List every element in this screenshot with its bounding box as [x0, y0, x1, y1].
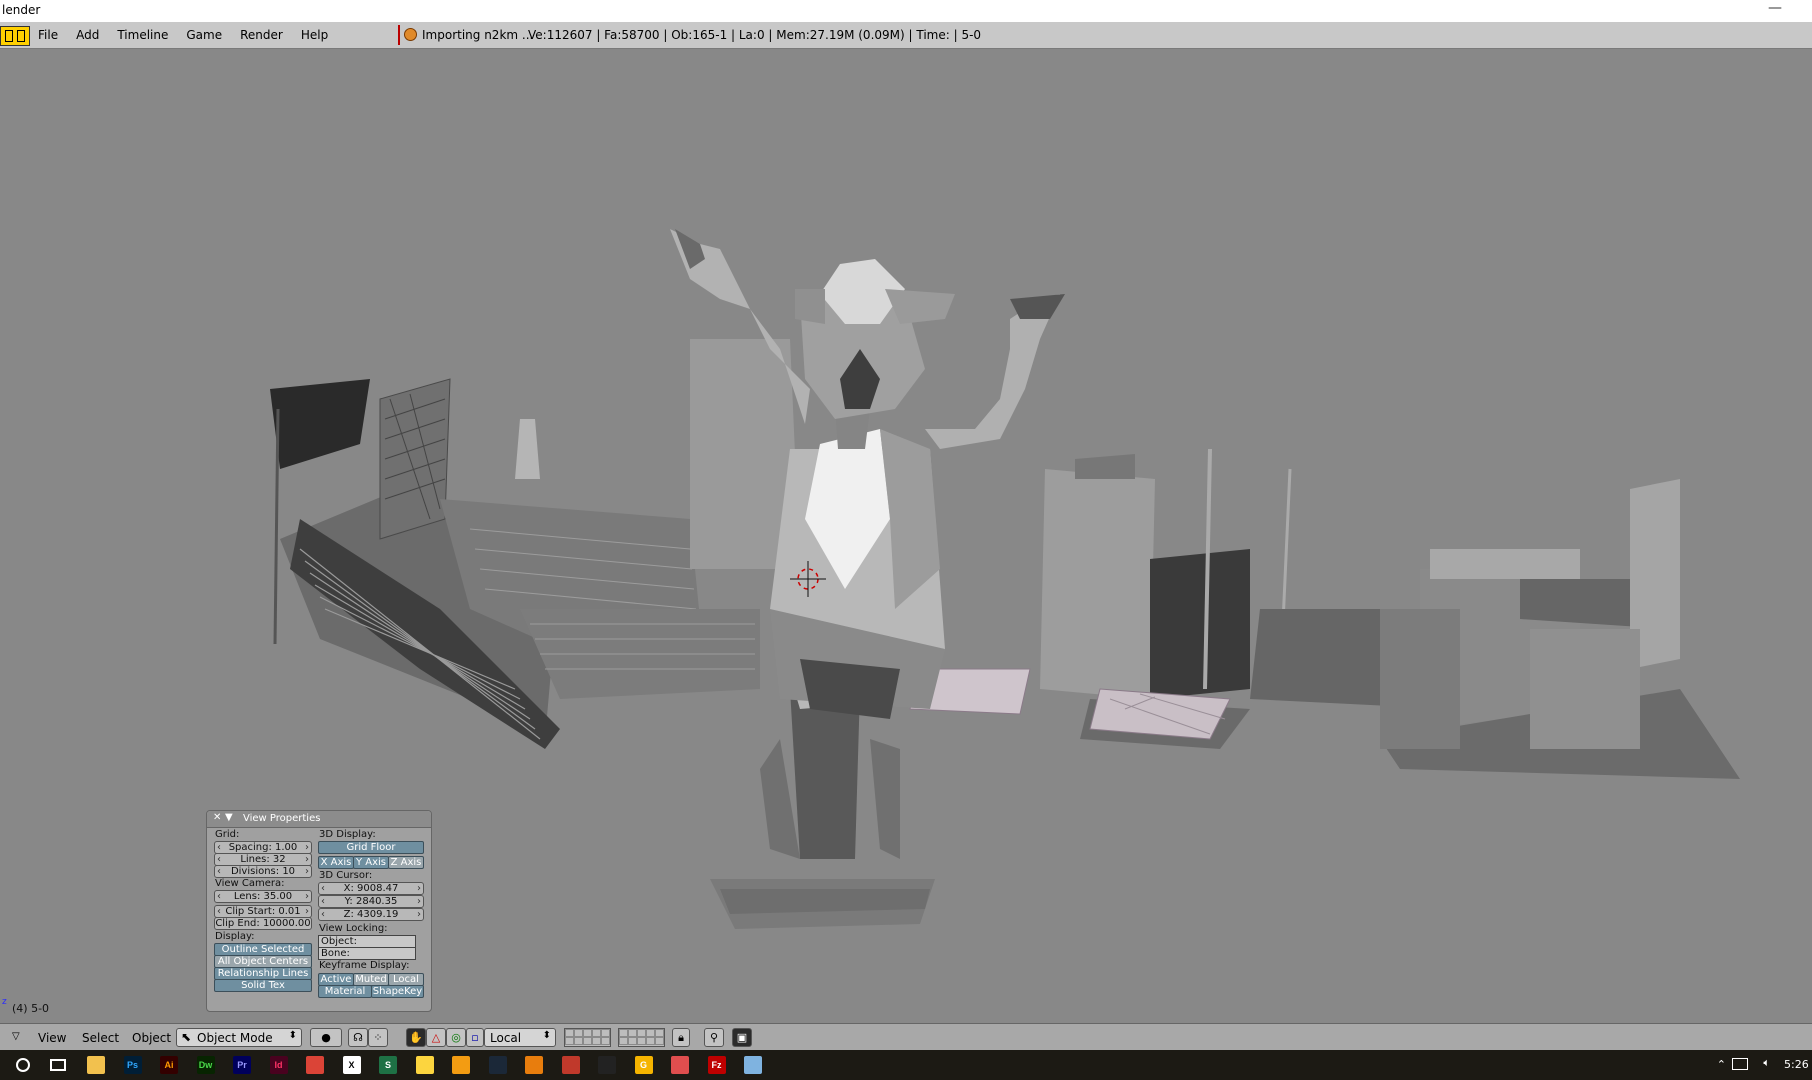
volume-icon[interactable]: 🔈︎ [1763, 1056, 1770, 1070]
cursor-z-field[interactable]: Z: 4309.19 [318, 908, 424, 921]
translate-manipulator-icon[interactable]: △ [426, 1028, 446, 1047]
network-icon[interactable] [1732, 1058, 1748, 1070]
lock-bone-field[interactable]: Bone: [318, 947, 416, 960]
excel-like-icon[interactable]: X [342, 1056, 361, 1074]
dropdown-arrows-icon: ⬍ [542, 1030, 551, 1041]
draw-type-button[interactable]: ● [310, 1028, 342, 1047]
chrome-icon[interactable] [306, 1056, 324, 1074]
grid-heading: Grid: [215, 829, 240, 840]
3d-cursor-heading: 3D Cursor: [319, 870, 373, 881]
frame-label: (4) 5-0 [12, 1002, 50, 1015]
mode-label: Object Mode [197, 1031, 273, 1045]
start-button-icon[interactable] [16, 1058, 30, 1072]
view-menu[interactable]: View [38, 1031, 66, 1045]
snap-grid-icon[interactable]: ⁘ [368, 1028, 388, 1047]
illustrator-icon[interactable]: Ai [160, 1056, 178, 1074]
cursor-x-field[interactable]: X: 9008.47 [318, 882, 424, 895]
file-explorer-icon[interactable] [87, 1056, 105, 1074]
collapse-triangle-icon[interactable]: ▼ [225, 812, 233, 823]
panel-title: View Properties [243, 813, 321, 824]
mode-selector[interactable]: ⬉ Object Mode ⬍ [176, 1028, 302, 1047]
view-properties-panel[interactable]: ✕ ▼ View Properties Grid: Spacing: 1.00 … [206, 810, 432, 1012]
tray-chevron-icon[interactable]: ⌃ [1717, 1058, 1726, 1071]
media-icon[interactable] [598, 1056, 616, 1074]
select-menu[interactable]: Select [82, 1031, 119, 1045]
manipulator-hand-icon[interactable]: ✋ [406, 1028, 426, 1047]
window-title: lender [2, 3, 41, 17]
render-snapshot-icon[interactable]: ▣ [732, 1028, 752, 1047]
dropdown-arrows-icon: ⬍ [288, 1030, 297, 1041]
right-stadium-stands [909, 448, 1740, 779]
grid-floor-toggle[interactable]: Grid Floor [318, 841, 424, 854]
layer-buttons-2[interactable] [618, 1028, 665, 1047]
3d-display-heading: 3D Display: [319, 829, 376, 840]
3d-view-header: ▽ View Select Object ⬉ Object Mode ⬍ ● ☊… [0, 1023, 1812, 1050]
menu-game[interactable]: Game [186, 28, 222, 42]
photoshop-icon[interactable]: Ps [123, 1056, 142, 1074]
steam-icon[interactable] [488, 1056, 507, 1074]
notepad-icon[interactable] [744, 1056, 762, 1074]
link-icon[interactable]: ⚲ [704, 1028, 724, 1047]
lock-icon[interactable]: 🔒︎ [672, 1028, 690, 1047]
lens-field[interactable]: Lens: 35.00 [214, 890, 312, 903]
y-axis-toggle[interactable]: Y Axis [353, 856, 389, 869]
menu-bar: File Add Timeline Game Render Help Impor… [0, 22, 1812, 49]
clock[interactable]: 5:26 P [1784, 1058, 1812, 1071]
kf-material-toggle[interactable]: Material [318, 985, 372, 998]
keyframe-display-heading: Keyframe Display: [319, 960, 410, 971]
cursor-y-field[interactable]: Y: 2840.35 [318, 895, 424, 908]
solid-tex-toggle[interactable]: Solid Tex [214, 979, 312, 992]
filezilla-icon[interactable]: Fz [707, 1056, 726, 1074]
menu-render[interactable]: Render [240, 28, 283, 42]
sticky-notes-icon[interactable] [415, 1056, 434, 1074]
g-app-icon[interactable]: G [634, 1056, 653, 1074]
header-collapse-icon[interactable]: ▽ [12, 1031, 20, 1042]
main-menu: File Add Timeline Game Render Help [38, 28, 328, 42]
premiere-icon[interactable]: Pr [233, 1056, 251, 1074]
window-title-bar: lender — [0, 0, 1812, 23]
scene-stats: Ve:112607 | Fa:58700 | Ob:165-1 | La:0 |… [528, 28, 982, 42]
clip-end-field[interactable]: Clip End: 10000.00 [214, 917, 312, 930]
chat-icon[interactable] [671, 1056, 689, 1074]
indesign-icon[interactable]: Id [269, 1056, 288, 1074]
blender-logo-icon[interactable] [0, 26, 30, 46]
import-progress-icon [404, 28, 417, 41]
panel-header[interactable]: ✕ ▼ View Properties [207, 811, 431, 828]
minimize-button[interactable]: — [1768, 0, 1782, 16]
axis-indicator-icon: z [2, 997, 7, 1007]
z-axis-toggle[interactable]: Z Axis [388, 856, 424, 869]
display-heading: Display: [215, 931, 255, 942]
menu-add[interactable]: Add [76, 28, 99, 42]
close-icon[interactable]: ✕ [213, 812, 221, 823]
object-menu[interactable]: Object [132, 1031, 171, 1045]
menu-file[interactable]: File [38, 28, 58, 42]
rotate-manipulator-icon[interactable]: ◎ [446, 1028, 466, 1047]
menu-timeline[interactable]: Timeline [117, 28, 168, 42]
view-locking-heading: View Locking: [319, 923, 388, 934]
dreamweaver-icon[interactable]: Dw [196, 1056, 215, 1074]
scale-manipulator-icon[interactable]: ▫ [466, 1028, 484, 1047]
spreadsheet-icon[interactable]: S [379, 1056, 397, 1074]
flstudio-icon[interactable] [452, 1056, 470, 1074]
grid-divisions-field[interactable]: Divisions: 10 [214, 865, 312, 878]
left-stadium-stands [270, 378, 760, 749]
kf-shapekey-toggle[interactable]: ShapeKey [371, 985, 424, 998]
game-icon[interactable] [561, 1056, 580, 1074]
transform-orientation-selector[interactable]: Local ⬍ [484, 1028, 556, 1047]
menu-help[interactable]: Help [301, 28, 328, 42]
taskbar: Ps Ai Dw Pr Id XS G Fz ⌃ 🔈︎ 5:26 P [0, 1050, 1812, 1080]
view-camera-heading: View Camera: [215, 878, 285, 889]
import-status: Importing n2km ... [422, 28, 534, 42]
giant-figure-model [670, 229, 1065, 929]
x-axis-toggle[interactable]: X Axis [318, 856, 354, 869]
system-tray: ⌃ 🔈︎ 5:26 P [1692, 1050, 1812, 1080]
layer-buttons-1[interactable] [564, 1028, 611, 1047]
progress-divider [398, 25, 400, 45]
object-mode-icon: ⬉ [181, 1030, 192, 1044]
orientation-label: Local [490, 1031, 522, 1045]
blender-icon[interactable] [525, 1056, 543, 1074]
pivot-icon[interactable]: ☊ [348, 1028, 368, 1047]
task-view-icon[interactable] [50, 1059, 66, 1071]
